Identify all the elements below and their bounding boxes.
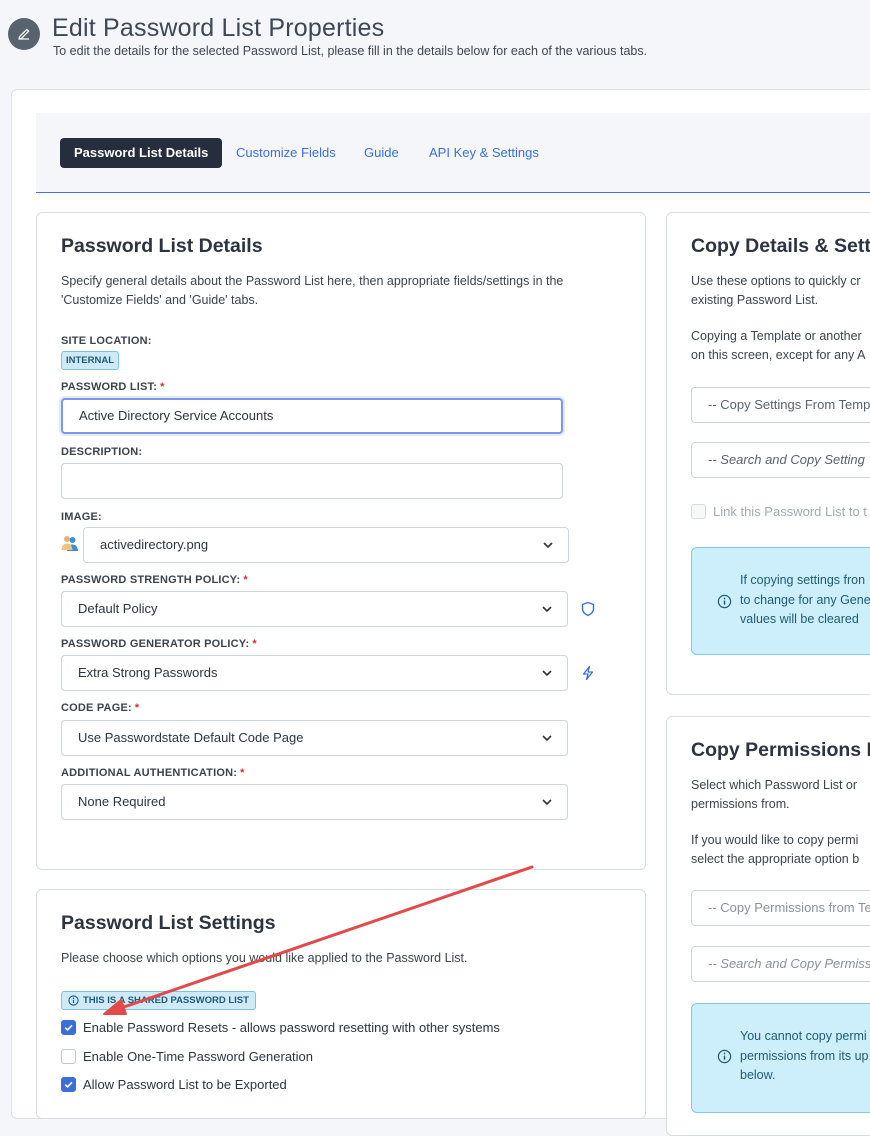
required-mark: * — [243, 574, 248, 586]
image-label: IMAGE: — [61, 511, 102, 523]
required-mark: * — [160, 381, 165, 393]
copy-settings-template-select[interactable]: -- Copy Settings From Temp — [691, 387, 870, 423]
page-header: Edit Password List Properties To edit th… — [0, 0, 870, 80]
password-list-label: PASSWORD LIST: * — [61, 381, 165, 393]
shared-list-badge-text: THIS IS A SHARED PASSWORD LIST — [83, 995, 249, 1006]
link-password-list-checkbox[interactable] — [691, 504, 706, 519]
chevron-down-icon — [543, 542, 553, 549]
description-label: DESCRIPTION: — [61, 446, 143, 458]
chevron-down-icon — [542, 606, 552, 613]
allow-export-label: Allow Password List to be Exported — [83, 1077, 287, 1092]
tab-guide[interactable]: Guide — [364, 138, 399, 168]
copy-permissions-title: Copy Permissions F — [691, 739, 870, 761]
allow-export-checkbox[interactable] — [61, 1077, 76, 1092]
copy-details-desc1-line-2: existing Password List. — [691, 293, 819, 307]
enable-otp-checkbox[interactable] — [61, 1049, 76, 1064]
copy-permissions-info-text: You cannot copy permi permissions from i… — [740, 1027, 869, 1086]
additional-auth-label: ADDITIONAL AUTHENTICATION: * — [61, 767, 245, 779]
generator-policy-label: PASSWORD GENERATOR POLICY: * — [61, 638, 257, 650]
details-desc-line-1: Specify general details about the Passwo… — [61, 274, 564, 288]
search-copy-permissions-input[interactable]: -- Search and Copy Permiss — [691, 946, 870, 982]
link-password-list-label: Link this Password List to t — [713, 504, 867, 519]
shield-icon[interactable] — [580, 601, 596, 617]
code-page-label: CODE PAGE: * — [61, 702, 139, 714]
copy-details-desc1-line-1: Use these options to quickly cr — [691, 274, 861, 288]
page-title: Edit Password List Properties — [52, 14, 385, 42]
lightning-bolt-icon[interactable] — [580, 665, 596, 681]
copy-permissions-description-2: If you would like to copy permi select t… — [691, 831, 859, 869]
chevron-down-icon — [542, 735, 552, 742]
info-icon — [717, 1049, 732, 1064]
site-location-badge: INTERNAL — [61, 351, 120, 370]
tab-password-list-details[interactable]: Password List Details — [60, 138, 223, 168]
code-page-label-text: CODE PAGE: — [61, 702, 132, 714]
additional-auth-label-text: ADDITIONAL AUTHENTICATION: — [61, 767, 238, 779]
copy-details-desc2-line-1: Copying a Template or another — [691, 329, 862, 343]
code-page-select[interactable]: Use Passwordstate Default Code Page — [61, 720, 568, 756]
info-icon — [717, 594, 732, 609]
image-select[interactable]: activedirectory.png — [83, 527, 569, 563]
generator-policy-select[interactable]: Extra Strong Passwords — [61, 655, 568, 691]
enable-otp-label: Enable One-Time Password Generation — [83, 1049, 314, 1064]
chevron-down-icon — [542, 799, 552, 806]
code-page-value: Use Passwordstate Default Code Page — [78, 730, 304, 745]
password-list-label-text: PASSWORD LIST: — [61, 381, 158, 393]
copy-permissions-desc2-line-2: select the appropriate option b — [691, 852, 860, 866]
copy-permissions-description-1: Select which Password List or permission… — [691, 776, 857, 814]
strength-policy-value: Default Policy — [78, 601, 158, 616]
search-copy-settings-input[interactable]: -- Search and Copy Setting — [691, 442, 870, 478]
copy-details-description-1: Use these options to quickly cr existing… — [691, 272, 861, 310]
required-mark: * — [240, 767, 245, 779]
copy-permissions-info-line-3: below. — [740, 1068, 776, 1082]
description-input[interactable] — [61, 463, 563, 499]
tab-api-key-settings[interactable]: API Key & Settings — [429, 138, 539, 168]
password-list-input[interactable]: Active Directory Service Accounts — [61, 398, 563, 434]
copy-details-description-2: Copying a Template or another on this sc… — [691, 327, 865, 365]
info-icon — [68, 995, 79, 1006]
copy-permissions-info-line-2: permissions from its up — [740, 1048, 869, 1063]
enable-password-resets-option[interactable]: Enable Password Resets - allows password… — [61, 1020, 500, 1035]
copy-permissions-desc1-line-2: permissions from. — [691, 797, 790, 811]
copy-permissions-info-line-1: You cannot copy permi — [740, 1029, 867, 1043]
enable-password-resets-checkbox[interactable] — [61, 1020, 76, 1035]
copy-settings-info-text: If copying settings fron to change for a… — [740, 571, 870, 630]
enable-otp-option[interactable]: Enable One-Time Password Generation — [61, 1049, 313, 1064]
chevron-down-icon — [542, 670, 552, 677]
page-subtitle: To edit the details for the selected Pas… — [53, 44, 648, 58]
strength-policy-label-text: PASSWORD STRENGTH POLICY: — [61, 574, 241, 586]
copy-settings-info-line-3: values will be cleared — [740, 612, 859, 626]
copy-details-desc2-line-2: on this screen, except for any A — [691, 348, 866, 362]
image-select-value: activedirectory.png — [100, 537, 209, 552]
generator-policy-value: Extra Strong Passwords — [78, 665, 218, 680]
copy-settings-info-line-2: to change for any Gene — [740, 592, 870, 607]
copy-permissions-template-select[interactable]: -- Copy Permissions from Te — [691, 890, 870, 926]
settings-card-title: Password List Settings — [61, 912, 276, 934]
details-card-title: Password List Details — [61, 235, 263, 257]
enable-password-resets-label: Enable Password Resets - allows password… — [83, 1020, 500, 1035]
required-mark: * — [252, 638, 257, 650]
details-desc-line-2: 'Customize Fields' and 'Guide' tabs. — [61, 293, 259, 307]
shared-list-badge: THIS IS A SHARED PASSWORD LIST — [61, 991, 256, 1010]
strength-policy-select[interactable]: Default Policy — [61, 591, 568, 627]
site-location-label: SITE LOCATION: — [61, 335, 152, 347]
copy-permissions-desc1-line-1: Select which Password List or — [691, 778, 858, 792]
copy-settings-info-line-1: If copying settings fron — [740, 573, 866, 587]
link-password-list-option[interactable]: Link this Password List to t — [691, 504, 867, 519]
edit-pencil-icon — [8, 18, 40, 50]
details-card-description: Specify general details about the Passwo… — [61, 272, 631, 310]
user-group-icon — [61, 534, 79, 552]
generator-policy-label-text: PASSWORD GENERATOR POLICY: — [61, 638, 250, 650]
settings-card-description: Please choose which options you would li… — [61, 951, 468, 965]
allow-export-option[interactable]: Allow Password List to be Exported — [61, 1077, 287, 1092]
tab-customize-fields[interactable]: Customize Fields — [236, 138, 336, 168]
copy-permissions-desc2-line-1: If you would like to copy permi — [691, 833, 859, 847]
copy-details-title: Copy Details & Sett — [691, 235, 870, 257]
additional-auth-value: None Required — [78, 794, 166, 809]
strength-policy-label: PASSWORD STRENGTH POLICY: * — [61, 574, 248, 586]
additional-auth-select[interactable]: None Required — [61, 784, 568, 820]
required-mark: * — [134, 702, 140, 714]
